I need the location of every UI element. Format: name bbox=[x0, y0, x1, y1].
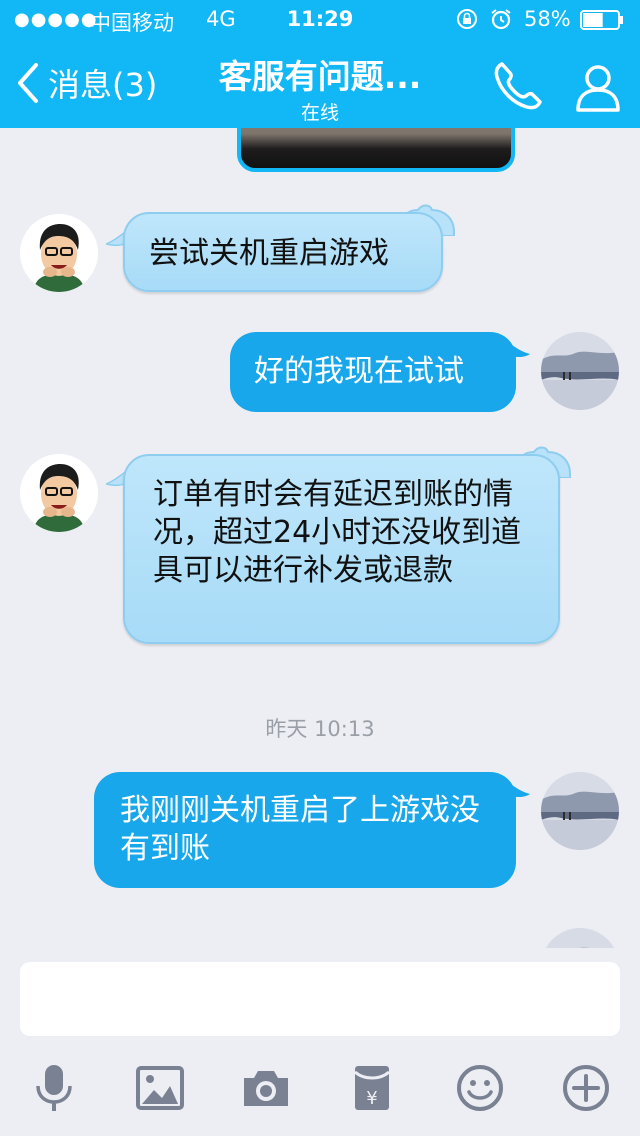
svg-text:¥: ¥ bbox=[366, 1088, 377, 1109]
incoming-message[interactable]: 订单有时会有延迟到账的情况，超过24小时还没收到道具可以进行补发或退款 bbox=[123, 454, 560, 644]
more-button[interactable] bbox=[560, 1062, 612, 1114]
image-message[interactable] bbox=[237, 128, 515, 172]
emoji-button[interactable] bbox=[454, 1062, 506, 1114]
camera-icon bbox=[244, 1071, 288, 1106]
camera-button[interactable] bbox=[240, 1062, 292, 1114]
user-avatar[interactable] bbox=[541, 928, 619, 948]
microphone-button[interactable] bbox=[28, 1062, 80, 1114]
red-packet-button[interactable]: ¥ bbox=[346, 1062, 398, 1114]
rotation-lock-icon bbox=[457, 9, 477, 29]
battery-icon bbox=[580, 10, 623, 30]
message-list[interactable]: 尝试关机重启游戏 好的我现在试试 订单有时会有延迟到账的情况，超过24小时还没收… bbox=[0, 128, 640, 948]
outgoing-message[interactable]: 我刚刚关机重启了上游戏没有到账 bbox=[94, 772, 516, 888]
status-bar: ●●●●● 中国移动 4G 11:29 58% bbox=[0, 0, 640, 40]
outgoing-message[interactable]: 好的我现在试试 bbox=[230, 332, 516, 412]
agent-avatar[interactable] bbox=[20, 214, 98, 292]
alarm-icon bbox=[491, 9, 511, 30]
plus-icon bbox=[563, 1065, 609, 1111]
image-button[interactable] bbox=[134, 1062, 186, 1114]
user-profile-icon[interactable] bbox=[570, 58, 626, 114]
bubble-tail bbox=[508, 342, 530, 357]
message-timestamp: 昨天 10:13 bbox=[265, 717, 375, 741]
nav-header: ●●●●● 中国移动 4G 11:29 58% 消息(3) 客服有问题... 在… bbox=[0, 0, 640, 128]
red-packet-icon: ¥ bbox=[354, 1066, 390, 1110]
bubble-tail bbox=[508, 782, 530, 797]
emoji-icon bbox=[457, 1065, 503, 1111]
agent-avatar[interactable] bbox=[20, 454, 98, 532]
user-avatar[interactable] bbox=[541, 332, 619, 410]
user-avatar[interactable] bbox=[541, 772, 619, 850]
input-area: ¥ bbox=[0, 948, 640, 1136]
image-icon bbox=[136, 1066, 184, 1110]
incoming-message[interactable]: 尝试关机重启游戏 bbox=[123, 212, 443, 292]
microphone-icon bbox=[36, 1065, 72, 1111]
message-input[interactable] bbox=[20, 962, 620, 1036]
phone-icon[interactable] bbox=[490, 58, 546, 114]
battery-percentage: 58% bbox=[524, 7, 571, 31]
